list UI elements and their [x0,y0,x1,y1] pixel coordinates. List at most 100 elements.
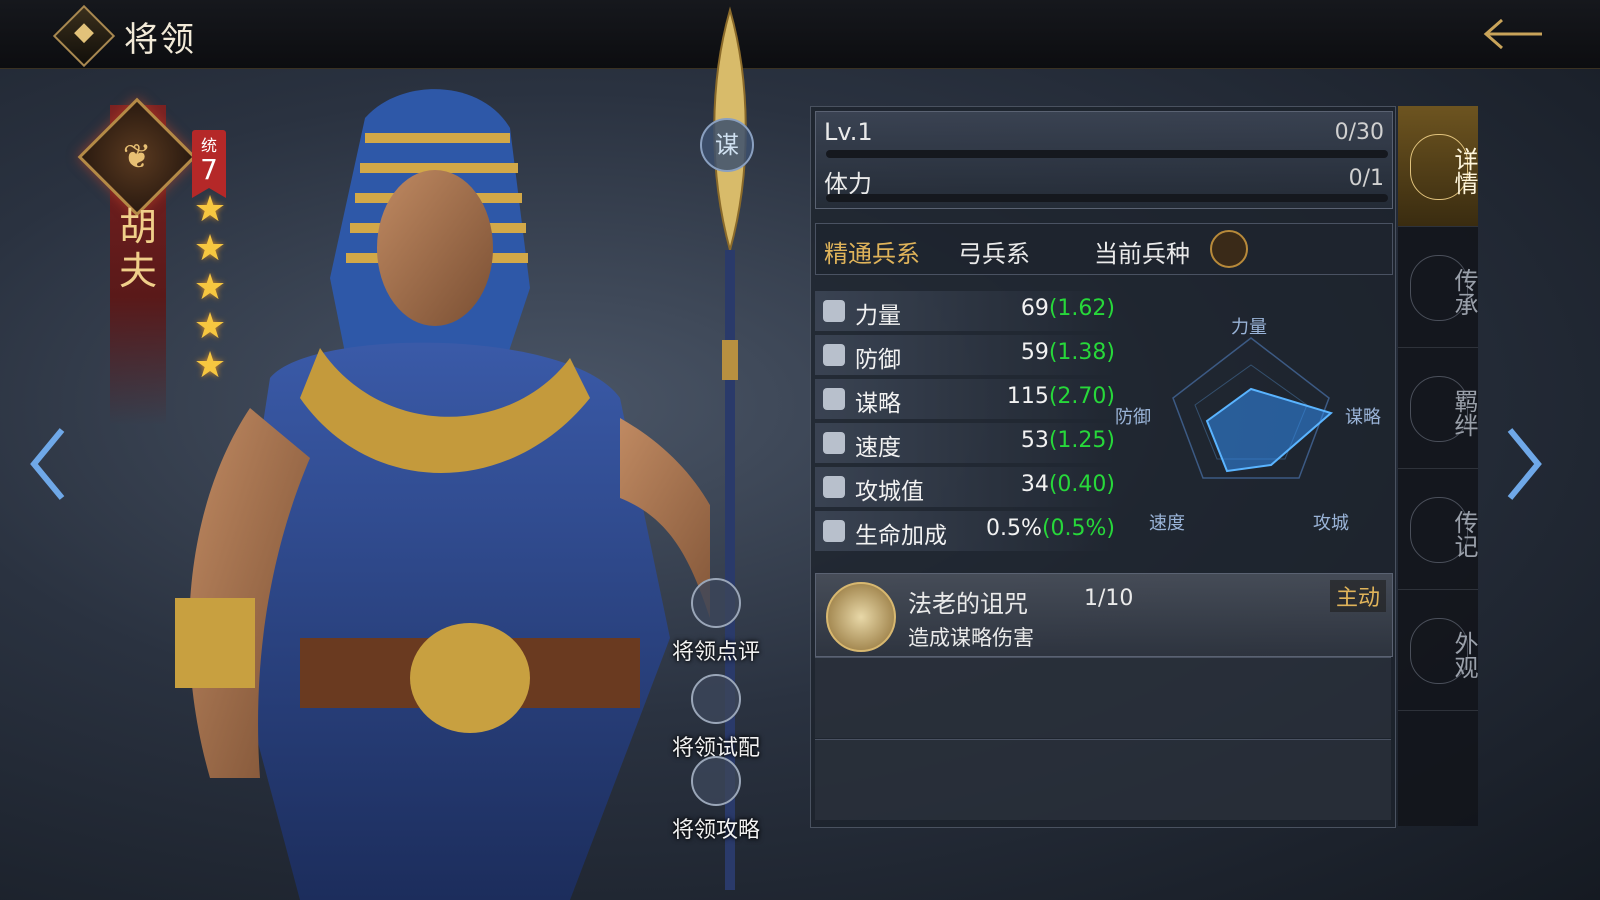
tab-label: 羁绊 [1450,389,1478,437]
stat-value: 59(1.38) [1021,340,1115,365]
tab-label: 外观 [1450,631,1478,679]
skill-row[interactable]: 法老的诅咒 1/10 造成谋略伤害 主动 [815,573,1393,657]
level-label: Lv.1 [824,118,873,146]
radar-label-siege: 攻城 [1313,513,1349,534]
stat-value: 53(1.25) [1021,428,1115,453]
next-hero-button[interactable] [1504,424,1544,504]
star-icon: ★ [193,345,227,386]
back-button[interactable] [1478,14,1548,54]
stat-base: 59 [1020,340,1049,365]
skill-type: 主动 [1329,580,1386,612]
tab-label: 传承 [1450,268,1478,316]
ram-icon [823,476,845,498]
helmet-icon [691,674,741,724]
hero-info-panel: Lv.1 0/30 体力 0/1 精通兵系 弓兵系 当前兵种 力量 69(1.6… [810,106,1396,828]
tab-label: 详情 [1450,147,1478,195]
stat-name: 攻城值 [855,479,924,505]
book-icon [823,388,845,410]
shield-icon [823,344,845,366]
skill-description: 造成谋略伤害 [908,626,1034,650]
stat-row: 生命加成 0.5%(0.5%) [815,511,1115,551]
arrow-left-icon [1483,18,1542,50]
stat-value: 0.5%(0.5%) [986,516,1115,541]
heart-shield-icon [823,520,845,542]
prev-hero-button[interactable] [28,424,68,504]
stat-row: 防御 59(1.38) [815,335,1115,375]
tab-biography[interactable]: 传记 [1398,469,1478,590]
level-box: Lv.1 0/30 体力 0/1 [815,111,1393,209]
mastery-value: 弓兵系 [958,240,1030,268]
stat-row: 攻城值 34(0.40) [815,467,1115,507]
chevron-left-icon [30,428,65,500]
star-icon: ★ [193,189,227,230]
top-bar: 将领 [0,0,1600,69]
stamina-value: 0/1 [1348,166,1384,191]
command-value: 7 [200,153,218,186]
skill-name: 法老的诅咒 [908,590,1028,618]
stat-row: 谋略 115(2.70) [815,379,1115,419]
tab-appearance[interactable]: 外观 [1398,590,1478,711]
exp-bar [826,150,1388,158]
star-icon: ★ [193,267,227,308]
hero-guide-label: 将领攻略 [671,818,760,843]
stat-growth: (0.5%) [1041,516,1115,541]
current-troop-label: 当前兵种 [1094,240,1190,268]
hero-trial-button[interactable]: 将领试配 [666,674,766,762]
empty-skill-slot [815,739,1391,820]
stat-growth: (1.25) [1048,428,1115,453]
stats-list: 力量 69(1.62) 防御 59(1.38) 谋略 115(2.70) 速度 … [815,291,1115,555]
diamond-emblem-icon [52,4,116,68]
tab-details[interactable]: 详情 [1398,106,1478,227]
book-icon [691,756,741,806]
radar-label-defense: 防御 [1115,407,1151,428]
bow-icon[interactable] [1210,230,1248,268]
stat-name: 力量 [855,303,901,329]
tab-bonds[interactable]: 羁绊 [1398,348,1478,469]
boot-icon [823,432,845,454]
detail-tabs: 详情 传承 羁绊 传记 外观 [1398,106,1478,826]
stat-name: 生命加成 [855,523,947,549]
comment-icon [691,578,741,628]
tab-inheritance[interactable]: 传承 [1398,227,1478,348]
radar-label-strength: 力量 [1231,317,1267,338]
tab-label: 传记 [1450,510,1478,558]
stat-name: 谋略 [855,391,901,417]
stat-base: 0.5% [986,516,1042,541]
star-rating: ★ ★ ★ ★ ★ [190,190,230,385]
radar-label-strategy: 谋略 [1345,407,1381,428]
stat-base: 53 [1020,428,1049,453]
stat-value: 34(0.40) [1021,472,1115,497]
hero-portrait [175,89,710,900]
hero-guide-button[interactable]: 将领攻略 [666,756,766,844]
hero-review-label: 将领点评 [671,640,760,665]
chevron-right-icon [1507,428,1542,500]
stat-name: 防御 [855,347,901,373]
star-icon: ★ [193,228,227,269]
radar-label-speed: 速度 [1149,513,1185,534]
page-title: 将领 [124,20,196,60]
empty-skill-slot [815,657,1391,738]
stat-base: 69 [1020,296,1049,321]
stat-base: 34 [1020,472,1049,497]
stat-name: 速度 [855,435,901,461]
star-icon: ★ [193,306,227,347]
stat-growth: (1.62) [1048,296,1115,321]
fist-icon [823,300,845,322]
stat-value: 115(2.70) [1007,384,1115,409]
stamina-bar [826,194,1388,202]
skill-type-badge: 谋 [700,118,754,172]
stat-value: 69(1.62) [1021,296,1115,321]
skill-level: 1/10 [1084,586,1134,611]
radar-chart: 力量 谋略 攻城 速度 防御 [1111,293,1391,534]
stat-base: 115 [1006,384,1049,409]
hero-review-button[interactable]: 将领点评 [666,578,766,666]
stat-row: 速度 53(1.25) [815,423,1115,463]
command-tag: 统 7 [192,130,226,198]
troop-box: 精通兵系 弓兵系 当前兵种 [815,223,1393,275]
stat-growth: (0.40) [1048,472,1115,497]
pharaoh-skull-icon [826,582,896,652]
stat-growth: (1.38) [1048,340,1115,365]
mastery-label: 精通兵系 [824,240,920,268]
stat-growth: (2.70) [1048,384,1115,409]
stat-row: 力量 69(1.62) [815,291,1115,331]
